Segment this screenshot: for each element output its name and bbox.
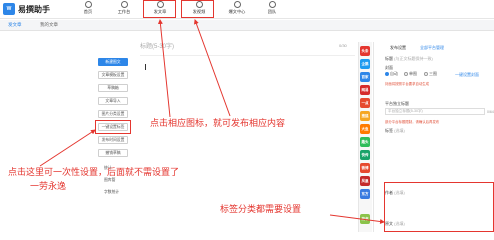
annotation-arrows bbox=[39, 19, 385, 224]
arrow-to-one-click-tag bbox=[39, 129, 96, 167]
arrow-to-publish-video bbox=[194, 19, 231, 117]
arrow-to-publish-article bbox=[157, 19, 171, 118]
arrow-to-tag-settings bbox=[329, 214, 385, 224]
